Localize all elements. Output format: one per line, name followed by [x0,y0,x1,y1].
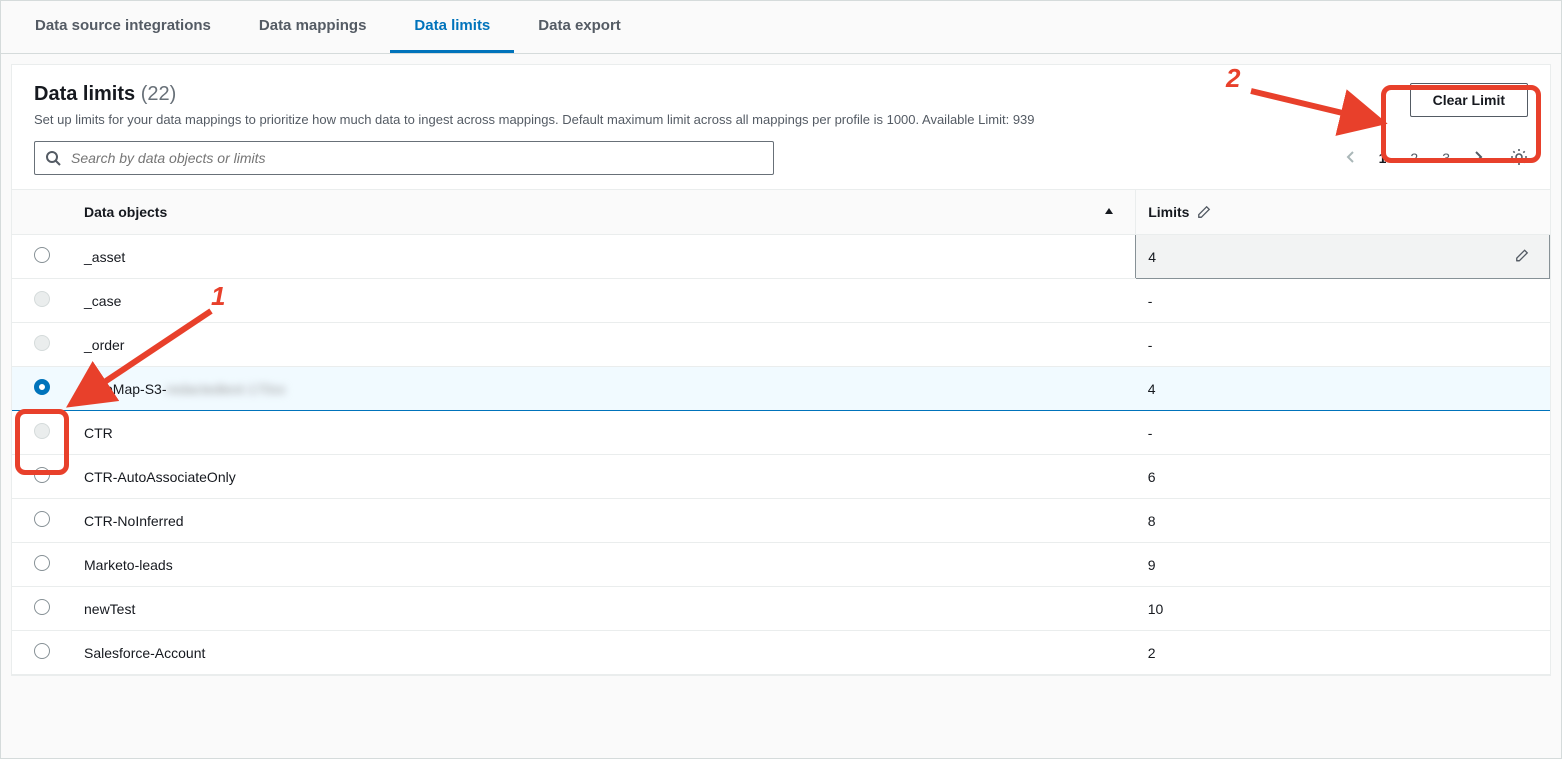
gear-icon [1510,148,1528,166]
title-block: Data limits (22) Set up limits for your … [34,83,1035,127]
limits-header-label: Limits [1148,204,1189,220]
settings-button[interactable] [1510,148,1528,169]
toolbar-row: 1 2 3 [12,127,1550,189]
row-name: _order [72,323,1136,367]
search-icon [45,150,61,166]
table-row: _asset 4 [12,235,1550,279]
row-radio[interactable] [34,555,50,571]
page-title: Data limits (22) [34,83,1035,106]
row-name: newTest [72,587,1136,631]
row-limit: - [1136,411,1550,455]
row-limit-value: 4 [1148,249,1156,265]
tab-data-source-integrations[interactable]: Data source integrations [11,1,235,53]
table-row: _order - [12,323,1550,367]
tab-data-mappings[interactable]: Data mappings [235,1,391,53]
row-name: _case [72,279,1136,323]
row-radio[interactable] [34,379,50,395]
tab-bar: Data source integrations Data mappings D… [1,1,1561,54]
chevron-right-icon [1474,150,1484,164]
pagination-page-1[interactable]: 1 [1369,144,1397,172]
title-count: (22) [141,83,177,105]
table-row: newTest 10 [12,587,1550,631]
clear-limit-button[interactable]: Clear Limit [1410,83,1528,117]
tab-data-export[interactable]: Data export [514,1,645,53]
table-row: CTR-NoInferred 8 [12,499,1550,543]
app-container: Data source integrations Data mappings D… [0,0,1562,759]
select-column-header [12,190,72,235]
row-radio[interactable] [34,247,50,263]
row-radio[interactable] [34,511,50,527]
page-description: Set up limits for your data mappings to … [34,112,1035,127]
pagination-page-3[interactable]: 3 [1432,144,1460,172]
limits-column-header[interactable]: Limits [1136,190,1550,235]
search-box[interactable] [34,141,774,175]
edit-icon [1197,205,1211,219]
row-limit: 4 [1136,367,1550,411]
row-limit: 2 [1136,631,1550,675]
row-limit: 8 [1136,499,1550,543]
row-limit: 9 [1136,543,1550,587]
table-row-selected: AutoMap-S3-redactedtext-170xx 4 [12,367,1550,411]
table-row: Marketo-leads 9 [12,543,1550,587]
search-input[interactable] [61,150,763,166]
pagination: 1 2 3 [1335,144,1528,173]
row-radio [34,291,50,307]
chevron-left-icon [1345,150,1355,164]
data-objects-column-header[interactable]: Data objects [72,190,1136,235]
edit-limit-button[interactable] [1515,248,1529,265]
pagination-page-2[interactable]: 2 [1400,144,1428,172]
pagination-next[interactable] [1464,144,1494,173]
row-name: _asset [72,235,1136,279]
data-limits-table: Data objects Limits [12,189,1550,675]
row-name: CTR-NoInferred [72,499,1136,543]
pencil-icon [1515,248,1529,262]
table-row: CTR-AutoAssociateOnly 6 [12,455,1550,499]
row-name: Marketo-leads [72,543,1136,587]
row-limit: 6 [1136,455,1550,499]
title-text: Data limits [34,83,135,105]
row-limit: 10 [1136,587,1550,631]
pagination-prev[interactable] [1335,144,1365,173]
row-limit: - [1136,279,1550,323]
panel-header: Data limits (22) Set up limits for your … [12,65,1550,127]
table-body: _asset 4 _case - [12,235,1550,675]
row-radio [34,423,50,439]
row-name-redacted: redactedtext-170xx [166,381,285,397]
row-limit: - [1136,323,1550,367]
table-row: CTR - [12,411,1550,455]
row-name: Salesforce-Account [72,631,1136,675]
row-limit-editing[interactable]: 4 [1136,235,1550,279]
row-radio [34,335,50,351]
table-row: _case - [12,279,1550,323]
row-name: CTR [72,411,1136,455]
row-radio[interactable] [34,599,50,615]
row-name-prefix: AutoMap-S3- [84,381,166,397]
row-name: AutoMap-S3-redactedtext-170xx [72,367,1136,411]
table-row: Salesforce-Account 2 [12,631,1550,675]
data-objects-header-label: Data objects [84,204,167,220]
row-radio[interactable] [34,643,50,659]
row-name: CTR-AutoAssociateOnly [72,455,1136,499]
row-radio[interactable] [34,467,50,483]
data-limits-panel: Data limits (22) Set up limits for your … [11,64,1551,676]
tab-data-limits[interactable]: Data limits [390,1,514,53]
sort-ascending-icon [1103,204,1115,220]
